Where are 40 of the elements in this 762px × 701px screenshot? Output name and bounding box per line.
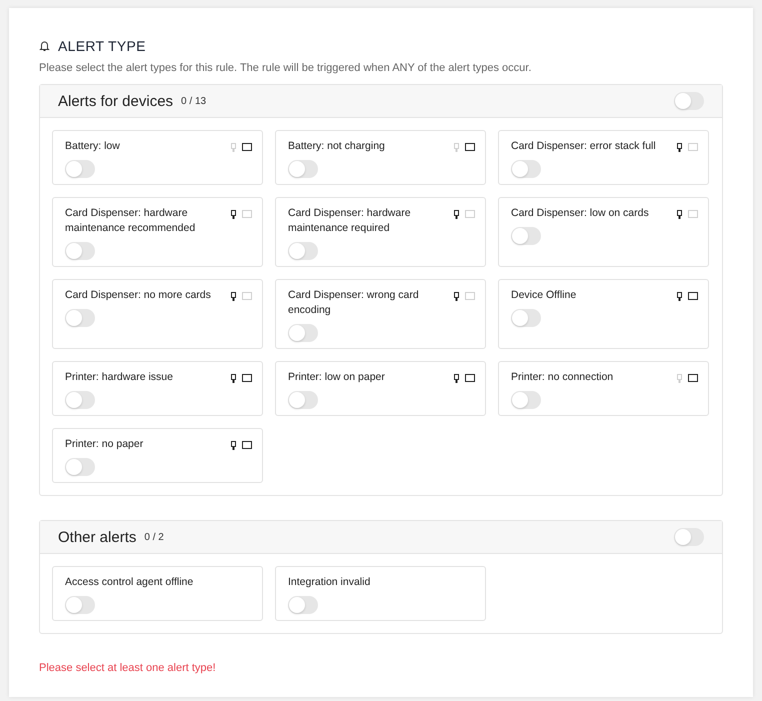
alert-toggle[interactable] <box>511 227 541 245</box>
error-message: Please select at least one alert type! <box>39 661 217 674</box>
group-count: 0 / 13 <box>181 96 206 106</box>
alert-label: Printer: low on paper <box>288 370 386 385</box>
alert-toggle[interactable] <box>288 596 318 614</box>
group-toggle[interactable] <box>674 528 704 546</box>
bell-icon <box>39 40 50 52</box>
alert-label: Card Dispenser: no more cards <box>65 288 212 303</box>
alert-toggle[interactable] <box>288 324 318 342</box>
alert-toggle[interactable] <box>65 309 95 327</box>
alert-toggle[interactable] <box>65 391 95 409</box>
group-title: Alerts for devices <box>58 92 174 110</box>
group-toggle[interactable] <box>674 92 704 110</box>
group-title: Other alerts <box>58 528 136 546</box>
alert-label: Battery: not charging <box>288 139 386 154</box>
alert-label: Card Dispenser: hardware maintenance required <box>288 206 412 236</box>
alert-toggle[interactable] <box>511 160 541 178</box>
alert-toggle[interactable] <box>65 160 95 178</box>
alert-label: Battery: low <box>65 139 121 154</box>
alert-label: Card Dispenser: error stack full <box>511 139 657 154</box>
alert-label: Printer: no connection <box>511 370 614 385</box>
alert-label: Access control agent offline <box>65 575 194 590</box>
alert-toggle[interactable] <box>288 160 318 178</box>
alert-toggle[interactable] <box>511 391 541 409</box>
alert-label: Card Dispenser: hardware maintenance recommended <box>65 206 196 236</box>
section-heading: ALERT TYPE <box>58 38 146 54</box>
alert-label: Device Offline <box>511 288 578 303</box>
alert-label: Integration invalid <box>288 575 372 590</box>
alert-toggle[interactable] <box>511 309 541 327</box>
alert-label: Printer: hardware issue <box>65 370 174 385</box>
alert-toggle[interactable] <box>65 242 95 260</box>
alert-label: Printer: no paper <box>65 437 144 452</box>
alert-label: Card Dispenser: wrong card encoding <box>288 288 420 318</box>
description-text: Please select the alert types for this rule. The rule will be triggered when ANY of the alert types occur. <box>39 62 532 74</box>
alert-toggle[interactable] <box>288 242 318 260</box>
alert-toggle[interactable] <box>65 458 95 476</box>
alert-toggle[interactable] <box>65 596 95 614</box>
group-count: 0 / 2 <box>144 532 164 542</box>
alert-label: Card Dispenser: low on cards <box>511 206 650 221</box>
alert-toggle[interactable] <box>288 391 318 409</box>
